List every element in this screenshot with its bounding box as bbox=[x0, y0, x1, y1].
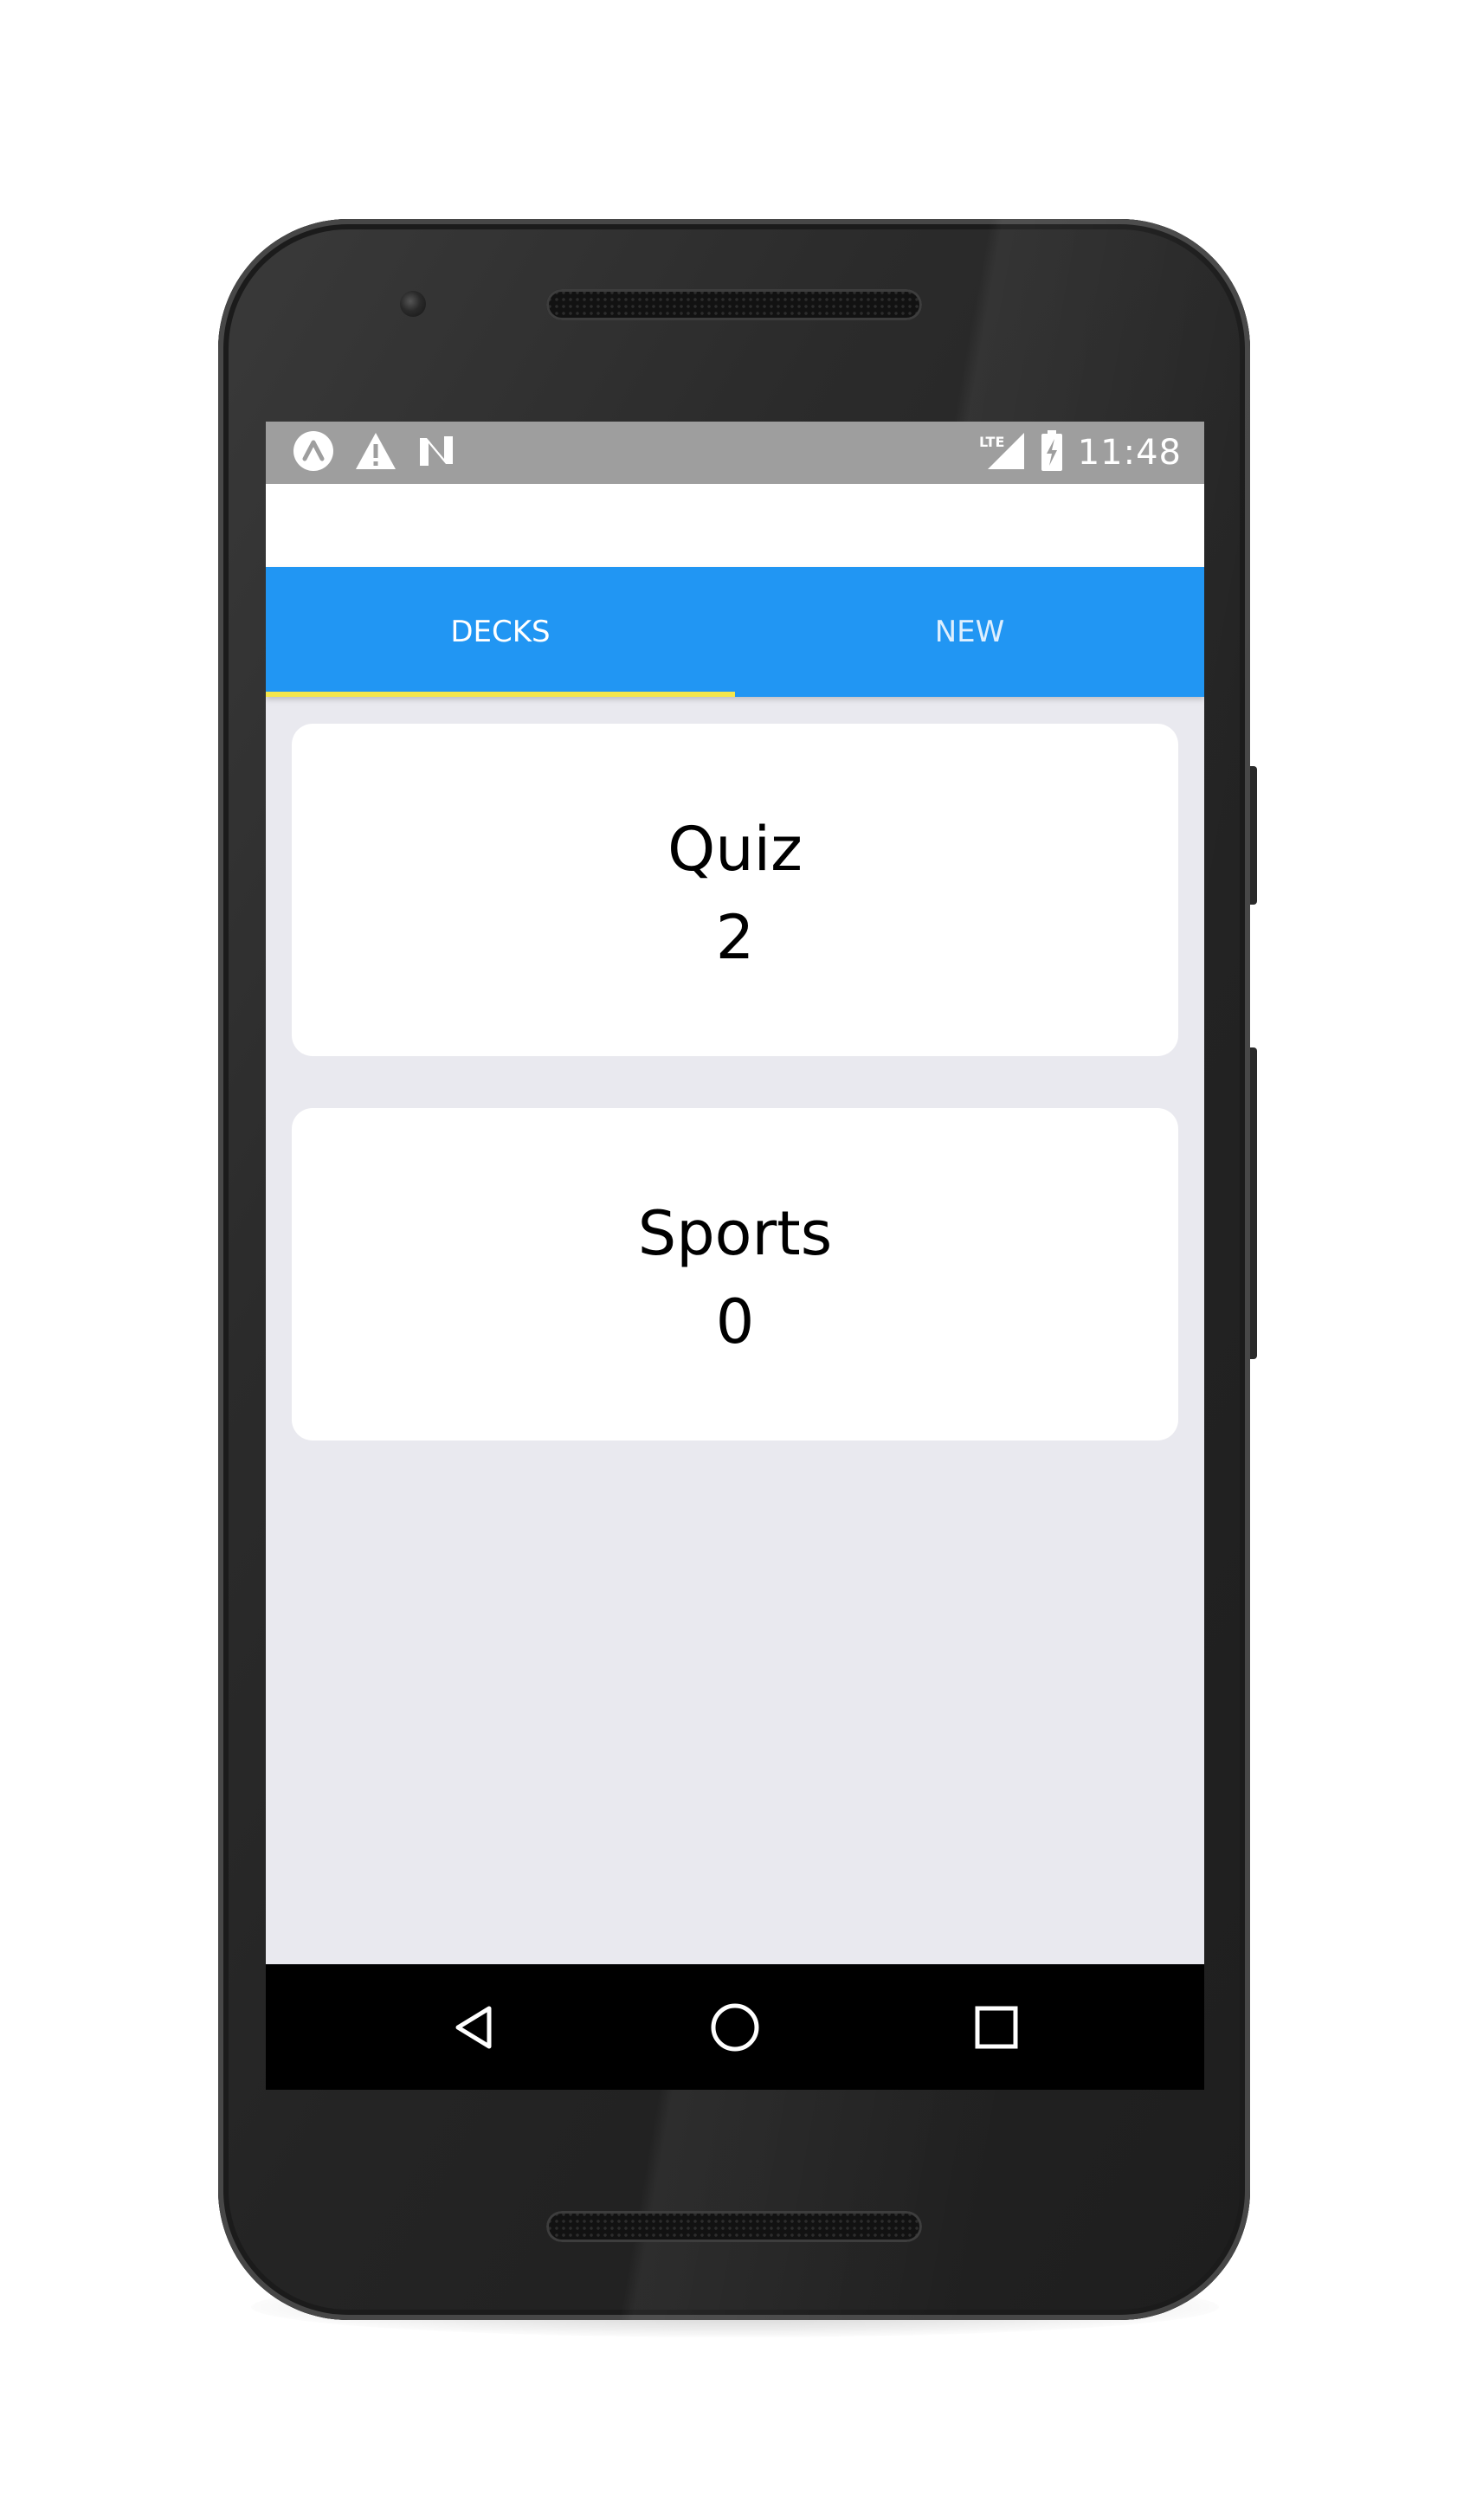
back-icon bbox=[455, 2006, 492, 2048]
recents-icon bbox=[975, 2006, 1018, 2048]
phone-screen: LTE 11:48 DECKS NEW Quiz 2 Sports 0 bbox=[266, 422, 1204, 2090]
tab-bar: DECKS NEW bbox=[266, 567, 1204, 697]
home-button[interactable] bbox=[683, 1964, 787, 2090]
battery-charging-icon bbox=[1040, 430, 1064, 475]
deck-card-count: 0 bbox=[715, 1286, 755, 1357]
lte-signal-icon: LTE bbox=[977, 431, 1026, 474]
deck-card-quiz[interactable]: Quiz 2 bbox=[292, 724, 1178, 1056]
back-button[interactable] bbox=[423, 1964, 527, 2090]
status-clock: 11:48 bbox=[1077, 433, 1182, 473]
front-camera bbox=[400, 291, 426, 317]
status-notification-icons bbox=[292, 430, 456, 475]
deck-card-sports[interactable]: Sports 0 bbox=[292, 1108, 1178, 1440]
recents-button[interactable] bbox=[945, 1964, 1048, 2090]
deck-list: Quiz 2 Sports 0 bbox=[292, 724, 1178, 1492]
bottom-speaker-grille bbox=[546, 2211, 922, 2242]
device-mockup: LTE 11:48 DECKS NEW Quiz 2 Sports 0 bbox=[0, 0, 1470, 2520]
n-notification-icon bbox=[416, 433, 456, 473]
tab-new-label: NEW bbox=[934, 615, 1005, 649]
deck-title: Quiz bbox=[667, 814, 803, 885]
home-icon bbox=[711, 2003, 759, 2051]
status-system-icons: LTE 11:48 bbox=[977, 430, 1182, 475]
deck-title: Sports bbox=[637, 1198, 833, 1269]
tab-decks-label: DECKS bbox=[450, 615, 551, 649]
top-speaker-grille bbox=[546, 289, 922, 320]
tab-new[interactable]: NEW bbox=[735, 567, 1204, 697]
svg-text:LTE: LTE bbox=[979, 434, 1004, 450]
warning-icon bbox=[354, 431, 397, 474]
active-tab-indicator bbox=[266, 692, 735, 697]
deck-card-count: 2 bbox=[715, 902, 755, 973]
app-header bbox=[266, 484, 1204, 567]
tab-decks[interactable]: DECKS bbox=[266, 567, 735, 697]
expo-icon bbox=[292, 429, 335, 476]
navigation-bar bbox=[266, 1964, 1204, 2090]
status-bar: LTE 11:48 bbox=[266, 422, 1204, 484]
